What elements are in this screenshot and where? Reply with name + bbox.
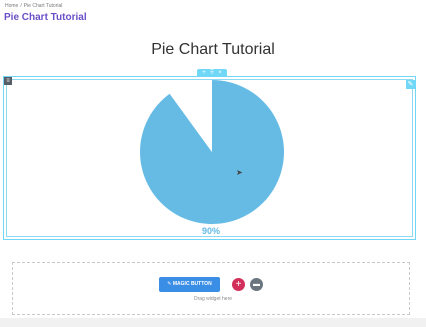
content-heading[interactable]: Pie Chart Tutorial: [0, 41, 426, 59]
add-widget-button[interactable]: +: [232, 278, 245, 291]
breadcrumb: Home / Pie Chart Tutorial: [5, 3, 62, 9]
add-icon[interactable]: +: [202, 70, 206, 76]
breadcrumb-separator: /: [20, 3, 22, 9]
edit-pencil-icon[interactable]: ✎: [406, 80, 415, 89]
pie-percent-label: 90%: [201, 226, 220, 236]
plus-icon: +: [235, 279, 242, 290]
template-library-button[interactable]: ▬: [250, 278, 263, 291]
drag-hint: Drag widget here: [193, 296, 233, 302]
column-handle-icon[interactable]: ≡: [4, 77, 12, 85]
magic-button[interactable]: ✎ MAGIC BUTTON: [159, 277, 220, 292]
breadcrumb-home[interactable]: Home: [5, 3, 18, 9]
page-title: Pie Chart Tutorial: [4, 12, 87, 23]
close-icon[interactable]: ×: [218, 70, 222, 76]
section-handle[interactable]: + ⠿ ×: [197, 69, 227, 77]
folder-icon: ▬: [253, 281, 260, 288]
breadcrumb-current: Pie Chart Tutorial: [23, 3, 63, 9]
cursor-icon: ➤: [236, 168, 243, 177]
magic-button-label: MAGIC BUTTON: [172, 281, 212, 287]
bottom-strip: [0, 318, 426, 327]
drag-icon[interactable]: ⠿: [210, 70, 214, 76]
pie-chart[interactable]: [139, 79, 285, 225]
